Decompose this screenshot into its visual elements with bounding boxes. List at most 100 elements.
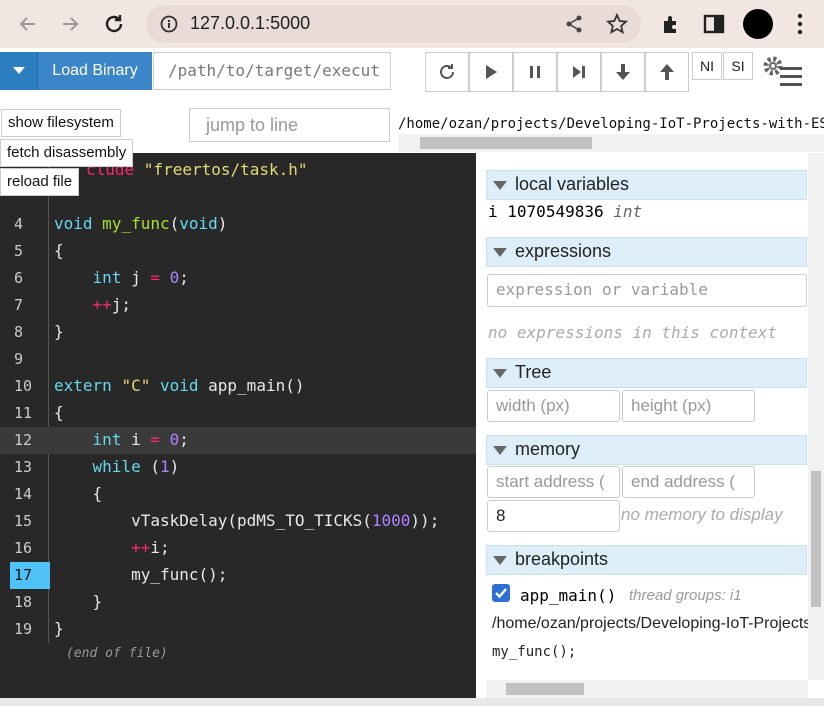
breakpoint-file-path[interactable]: /home/ozan/projects/Developing-IoT-Proje…	[492, 615, 808, 633]
source-code-panel: clude "freertos/task.h" 4 void my_func(v…	[0, 153, 476, 698]
address-bar[interactable]: 127.0.0.1:5000	[146, 5, 641, 43]
side-panel-icon[interactable]	[703, 13, 725, 40]
back-arrow-icon[interactable]	[12, 8, 44, 40]
extensions-icon[interactable]	[660, 13, 682, 40]
line-number[interactable]: 6	[10, 265, 50, 292]
start-address-input[interactable]: start address (	[487, 466, 620, 498]
scrollbar-thumb[interactable]	[811, 471, 821, 607]
fetch-disassembly-button[interactable]: fetch disassembly	[0, 139, 134, 167]
binary-path-input[interactable]: /path/to/target/execut	[153, 52, 391, 90]
code-text: {	[54, 241, 64, 260]
code-text: int j = 0;	[92, 268, 189, 287]
breakpoint-function[interactable]: app_main()	[520, 586, 616, 605]
local-variable-row[interactable]: i 1070549836 int	[488, 202, 642, 221]
path-scrollbar[interactable]	[398, 134, 824, 152]
line-number[interactable]: 10	[10, 373, 50, 400]
line-number[interactable]: 5	[10, 238, 50, 265]
code-line: 5 {	[0, 238, 476, 265]
code-text: extern "C" void app_main()	[54, 376, 305, 395]
code-line: 10 extern "C" void app_main()	[0, 373, 476, 400]
code-text: }	[54, 619, 64, 638]
code-line: 19 }	[0, 616, 476, 643]
forward-arrow-icon[interactable]	[54, 8, 86, 40]
code-text: void my_func(void)	[54, 214, 228, 233]
line-number[interactable]: 7	[10, 292, 50, 319]
gear-icon	[763, 56, 802, 86]
star-icon[interactable]	[605, 12, 629, 40]
line-number[interactable]: 4	[10, 211, 50, 238]
reload-icon[interactable]	[98, 8, 130, 40]
code-line: 7 ++j;	[0, 292, 476, 319]
window-bottom-edge	[0, 698, 824, 706]
tree-header[interactable]: Tree	[486, 358, 807, 388]
load-binary-button[interactable]: Load Binary	[38, 52, 152, 90]
line-number[interactable]: 19	[10, 616, 50, 643]
end-address-input[interactable]: end address (	[622, 466, 755, 498]
pause-button[interactable]	[513, 52, 557, 92]
line-number[interactable]: 15	[10, 508, 50, 535]
restart-button[interactable]	[425, 52, 469, 92]
code-text: }	[54, 592, 103, 611]
variable-type: int	[613, 202, 643, 221]
tree-height-input[interactable]: height (px)	[622, 390, 755, 422]
code-text: }	[54, 322, 64, 341]
code-text: vTaskDelay(pdMS_TO_TICKS(1000));	[54, 511, 440, 530]
code-line: 18 }	[0, 589, 476, 616]
scrollbar-thumb[interactable]	[506, 683, 584, 695]
share-icon[interactable]	[564, 14, 584, 39]
line-number[interactable]: 18	[10, 589, 50, 616]
arrow-down-icon	[616, 64, 630, 80]
reload-file-button[interactable]: reload file	[0, 168, 80, 196]
breakpoint-line-number[interactable]: 17	[10, 562, 50, 589]
next-instruction-button[interactable]: NI	[692, 52, 722, 80]
code-line: 9	[0, 346, 476, 373]
side-panel-vertical-scrollbar[interactable]	[808, 153, 824, 680]
code-text: ++j;	[92, 295, 132, 314]
breakpoint-enabled-checkbox[interactable]	[492, 584, 510, 602]
breakpoint-code-line: 17 my_func();	[0, 562, 476, 589]
arrow-up-icon	[660, 64, 674, 80]
step-instruction-button[interactable]: SI	[723, 52, 753, 80]
step-into-button[interactable]	[601, 52, 645, 92]
scrollbar-thumb[interactable]	[420, 137, 592, 149]
code-text: {	[54, 403, 64, 422]
tree-width-input[interactable]: width (px)	[487, 390, 620, 422]
line-number[interactable]: 8	[10, 319, 50, 346]
restart-icon	[440, 64, 454, 79]
code-line: 4 void my_func(void)	[0, 211, 476, 238]
collapse-triangle-icon	[493, 181, 507, 190]
line-number[interactable]: 11	[10, 400, 50, 427]
step-out-button[interactable]	[645, 52, 689, 92]
side-panel-horizontal-scrollbar[interactable]	[486, 680, 808, 698]
breakpoints-header[interactable]: breakpoints	[486, 545, 807, 575]
memory-bytes-input[interactable]: 8	[487, 500, 620, 532]
kebab-menu-icon[interactable]	[795, 13, 805, 40]
line-number[interactable]: 12	[10, 427, 50, 454]
settings-menu-button[interactable]	[760, 53, 806, 89]
expressions-header[interactable]: expressions	[486, 237, 807, 267]
breakpoint-thread-groups: thread groups: i1	[629, 587, 742, 604]
code-line: 14 {	[0, 481, 476, 508]
code-text: {	[54, 484, 103, 503]
load-options-caret[interactable]	[0, 52, 38, 90]
line-number[interactable]: 13	[10, 454, 50, 481]
info-icon[interactable]	[160, 15, 178, 38]
pause-icon	[530, 66, 540, 78]
variable-value: 1070549836	[507, 202, 604, 221]
memory-header[interactable]: memory	[486, 435, 807, 465]
code-line: 16 ++i;	[0, 535, 476, 562]
line-number[interactable]: 9	[10, 346, 50, 373]
expression-input[interactable]: expression or variable	[487, 274, 807, 307]
line-number[interactable]: 14	[10, 481, 50, 508]
show-filesystem-button[interactable]: show filesystem	[1, 109, 121, 137]
jump-to-line-input[interactable]: jump to line	[189, 108, 390, 142]
profile-avatar[interactable]	[743, 9, 773, 39]
step-over-button[interactable]	[557, 52, 601, 92]
local-variables-header[interactable]: local variables	[486, 170, 807, 200]
line-number[interactable]: 16	[10, 535, 50, 562]
current-code-line: 12 int i = 0;	[0, 427, 476, 454]
no-memory-text: no memory to display	[621, 505, 783, 524]
continue-button[interactable]	[469, 52, 513, 92]
code-text: my_func();	[54, 565, 228, 584]
breakpoint-code: my_func();	[492, 644, 577, 660]
